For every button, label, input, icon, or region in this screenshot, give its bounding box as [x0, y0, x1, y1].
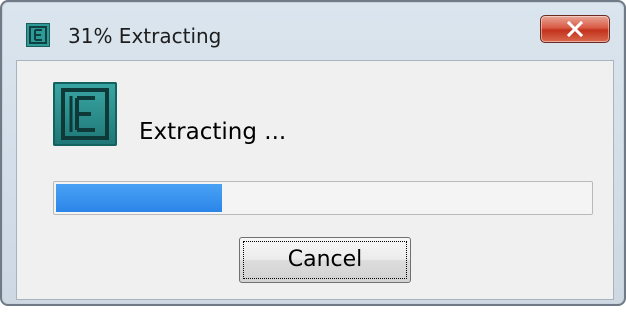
close-icon	[566, 21, 584, 37]
cancel-label: Cancel	[287, 247, 363, 272]
progress-fill	[56, 184, 222, 212]
close-button[interactable]	[540, 15, 610, 43]
status-text: Extracting ...	[139, 119, 287, 145]
title-bar[interactable]: 31% Extracting	[2, 2, 624, 48]
app-icon	[26, 23, 50, 47]
extractor-logo-icon	[53, 82, 117, 146]
cancel-button[interactable]: Cancel	[239, 237, 411, 283]
dialog-content: Extracting ... Cancel	[16, 60, 614, 300]
dialog-window: 31% Extracting Extracting ... Cancel	[0, 0, 626, 306]
progress-bar	[53, 181, 593, 215]
window-title: 31% Extracting	[68, 24, 222, 48]
